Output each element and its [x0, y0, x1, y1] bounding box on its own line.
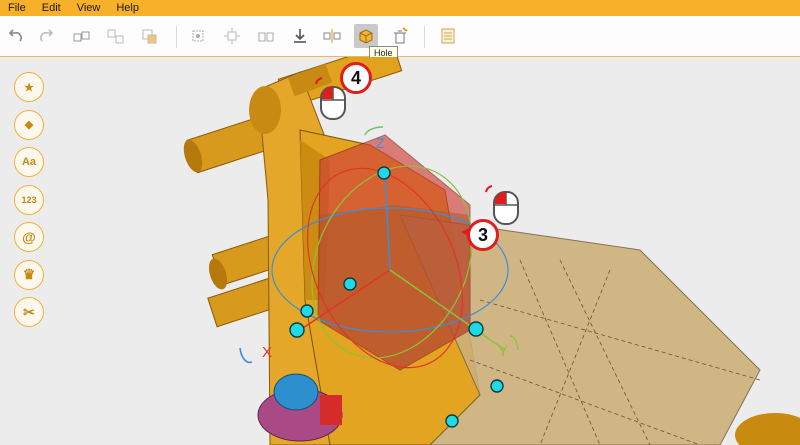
shapes-button[interactable]: ◆: [14, 109, 44, 140]
callout-badge-3: 3: [467, 219, 499, 251]
handle: [490, 379, 504, 393]
tools-icon: ✂: [23, 303, 35, 320]
text-icon: Aa: [21, 156, 37, 168]
crown-icon: ♛: [22, 266, 36, 282]
center-handle: [343, 277, 357, 291]
undo-button[interactable]: [4, 24, 28, 48]
model-parts: [183, 57, 800, 445]
3d-viewport[interactable]: Z X Y: [0, 57, 800, 445]
hole-button[interactable]: [354, 24, 378, 48]
tools-button[interactable]: ✂: [14, 297, 44, 327]
library-sidebar: ★ ◆ Aa 123 @ ♛ ✂: [14, 72, 44, 335]
menu-help[interactable]: Help: [108, 2, 147, 14]
symbols-button[interactable]: @: [14, 222, 44, 252]
notes-button[interactable]: [436, 24, 460, 48]
copy-button[interactable]: [138, 24, 162, 48]
menu-edit[interactable]: Edit: [34, 2, 69, 14]
handle: [445, 414, 459, 428]
y-handle: [468, 321, 484, 337]
align-button[interactable]: [186, 24, 210, 48]
undo-icon: [8, 29, 22, 42]
menu-bar: File Edit View Help: [0, 0, 800, 16]
ungroup-icon: [107, 29, 124, 44]
duplicate-button[interactable]: [254, 24, 278, 48]
menu-file[interactable]: File: [0, 2, 34, 14]
axis-label-z: Z: [376, 135, 385, 151]
axis-label-x: X: [262, 344, 272, 361]
crown-button[interactable]: ♛: [14, 259, 44, 290]
align-icon: [192, 30, 204, 42]
hole-icon: [359, 29, 373, 44]
group-button[interactable]: [70, 24, 94, 48]
toolbar-separator: [176, 26, 177, 48]
symbols-icon: @: [22, 229, 36, 245]
numbers-button[interactable]: 123: [14, 184, 44, 215]
z-handle: [377, 166, 391, 180]
mirror-icon: [323, 29, 341, 43]
menu-view[interactable]: View: [69, 2, 109, 14]
redo-icon: [40, 29, 54, 42]
x-handle: [289, 322, 305, 338]
shapes-icon: ◆: [24, 119, 34, 131]
favorites-icon: ★: [24, 81, 34, 94]
distribute-button[interactable]: [220, 24, 244, 48]
numbers-icon: 123: [21, 194, 37, 205]
delete-button[interactable]: [388, 24, 412, 48]
toolbar-separator: [424, 26, 425, 48]
delete-icon: [394, 27, 408, 44]
group-icon: [73, 31, 90, 42]
mirror-button[interactable]: [320, 24, 344, 48]
ungroup-button[interactable]: [104, 24, 128, 48]
distribute-icon: [224, 28, 240, 44]
drop-to-floor-icon: [294, 29, 306, 43]
duplicate-icon: [258, 32, 274, 42]
toolbar: [0, 16, 800, 57]
axis-label-y: Y: [498, 343, 508, 360]
text-button[interactable]: Aa: [14, 147, 44, 177]
handle: [300, 304, 314, 318]
mouse-left-click-icon: [485, 185, 519, 225]
copy-icon: [142, 29, 157, 44]
favorites-button[interactable]: ★: [14, 72, 44, 102]
callout-badge-4: 4: [340, 62, 372, 94]
notes-icon: [441, 28, 455, 44]
redo-button[interactable]: [34, 24, 58, 48]
drop-to-floor-button[interactable]: [288, 24, 312, 48]
